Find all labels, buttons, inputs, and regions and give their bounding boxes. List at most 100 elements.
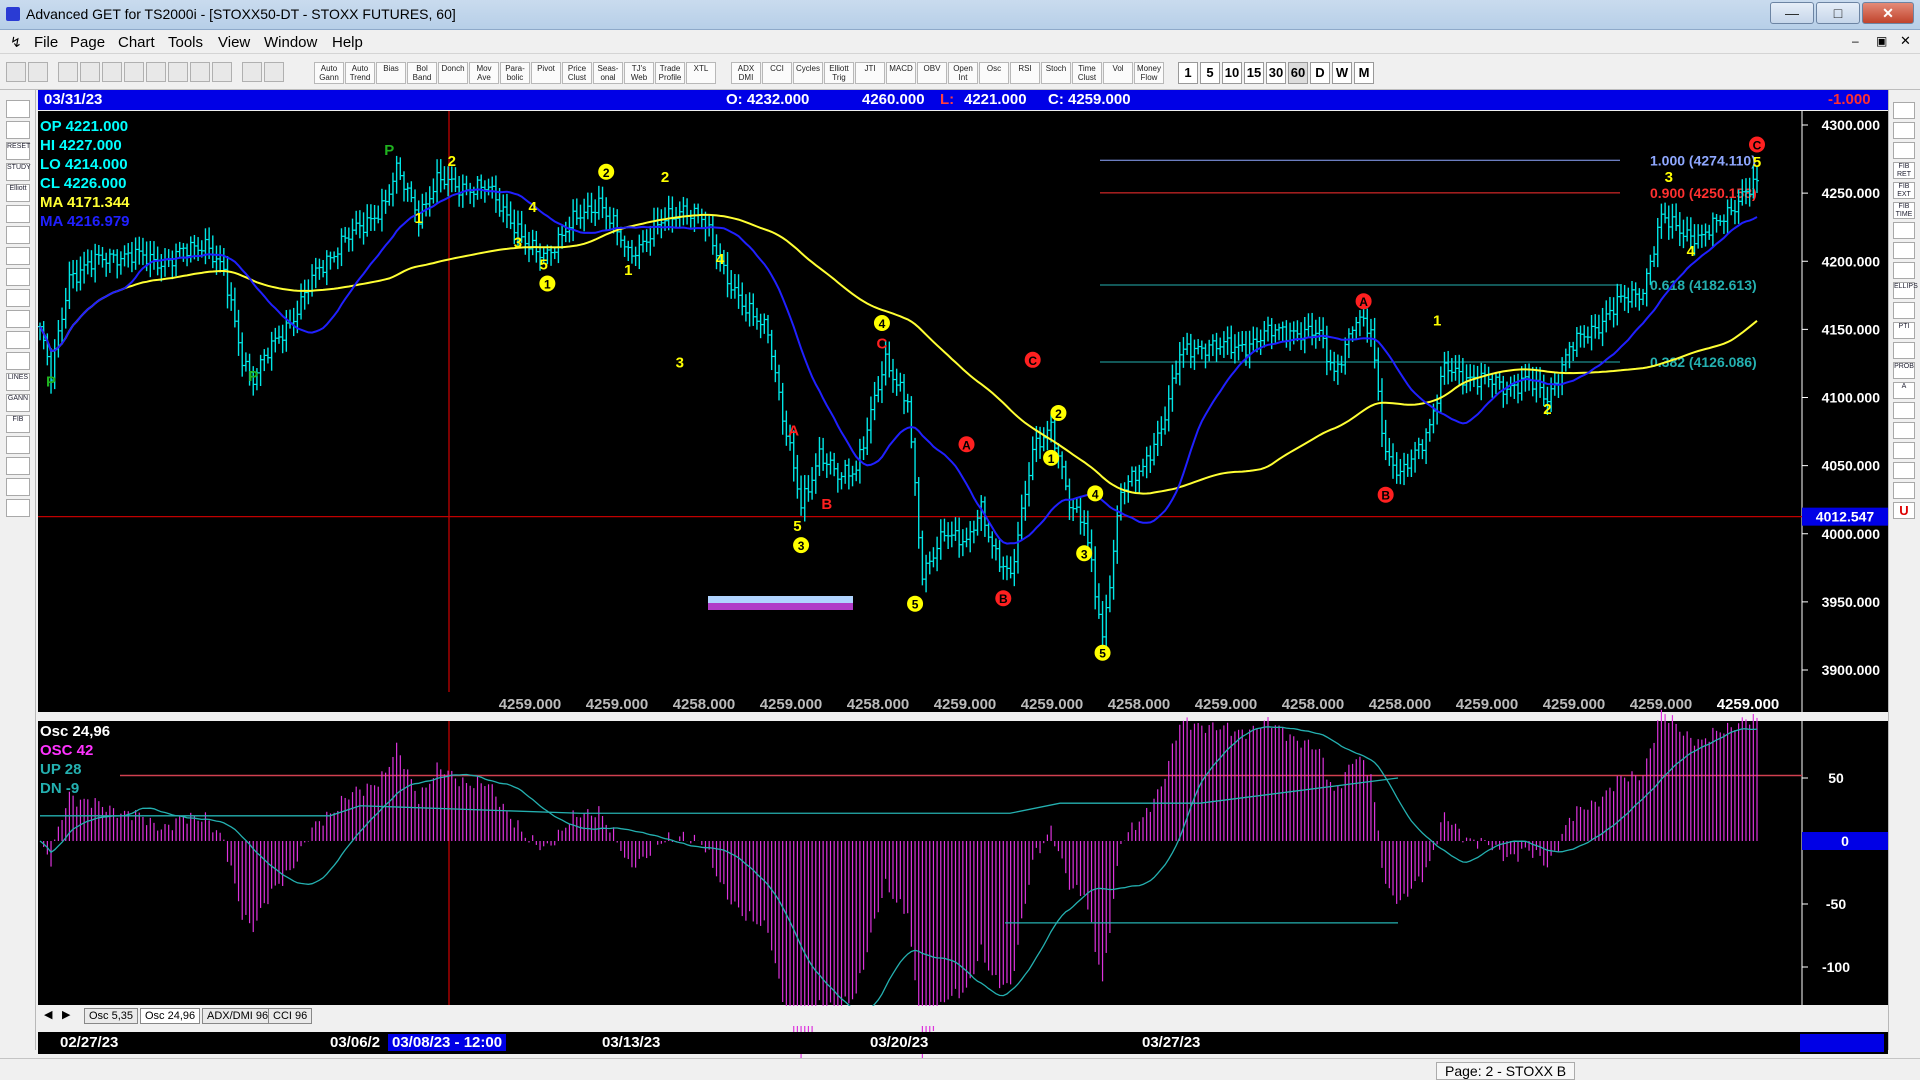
wave-label: 1: [544, 278, 551, 292]
wave-label: 1: [1433, 312, 1441, 329]
wave-label: 3: [1081, 547, 1088, 561]
wave-label: 1: [624, 262, 632, 279]
wave-label: 5: [793, 518, 801, 535]
price-legend-item: MA 4171.344: [40, 194, 130, 211]
wave-label: 2: [603, 166, 610, 180]
wave-label: 3: [1665, 169, 1673, 186]
wave-label: 4: [1092, 487, 1099, 501]
time-label: 03/20/23: [870, 1034, 929, 1051]
price-tick-label: 4050.000: [1822, 458, 1881, 474]
pivot-value: 4258.000: [1369, 696, 1432, 713]
fib-level-label: 1.000 (4274.110): [1650, 152, 1756, 168]
study-tabs: ◀ ▶ Osc 5,35 Osc 24,96 ADX/DMI 96 CCI 96: [38, 1006, 1888, 1026]
wave-label: B: [999, 592, 1008, 606]
tab-osc-5-35[interactable]: Osc 5,35: [84, 1008, 139, 1024]
time-axis: 02/27/23 03/06/2 03/08/23 - 12:00 03/13/…: [38, 1032, 1888, 1054]
wave-label: C: [1753, 139, 1762, 153]
wave-label: 2: [1543, 401, 1551, 418]
price-legend-item: OP 4221.000: [40, 118, 128, 135]
tab-scroll-right-icon[interactable]: ▶: [62, 1008, 70, 1021]
pivot-last-value: 4259.000: [1717, 696, 1780, 713]
tab-adx-dmi-96[interactable]: ADX/DMI 96: [202, 1008, 274, 1024]
wave-label: 2: [448, 153, 456, 170]
wave-label: 4: [1687, 243, 1696, 260]
wave-label: 2: [1055, 407, 1062, 421]
wave-label: C: [877, 335, 888, 352]
price-legend-item: LO 4214.000: [40, 156, 128, 173]
pivot-value: 4259.000: [1456, 696, 1519, 713]
pivot-value: 4259.000: [934, 696, 997, 713]
wave-label: 3: [798, 539, 805, 553]
oscillator-panel[interactable]: [38, 721, 1802, 1005]
wave-label: 3: [514, 235, 522, 252]
wave-label: 5: [912, 598, 919, 612]
osc-legend-item: OSC 42: [40, 742, 93, 759]
time-label: 03/27/23: [1142, 1034, 1201, 1051]
wave-label: 5: [1099, 647, 1106, 661]
wave-label: 1: [415, 210, 423, 227]
price-legend-item: CL 4226.000: [40, 175, 126, 192]
wave-label: 2: [661, 169, 669, 186]
tab-osc-24-96[interactable]: Osc 24,96: [140, 1008, 201, 1024]
price-tick-label: 4250.000: [1822, 185, 1881, 201]
tab-scroll-left-icon[interactable]: ◀: [44, 1008, 52, 1021]
status-bar: Page: 2 - STOXX B: [0, 1058, 1920, 1080]
price-panel[interactable]: [38, 111, 1802, 712]
chart-canvas[interactable]: 4300.000 4250.000 4200.000 4150.000 4100.000…: [0, 0, 1920, 1080]
time-cursor-label: 03/08/23 - 12:00: [388, 1034, 507, 1051]
time-label: 03/06/2: [330, 1034, 381, 1051]
wave-label: 3: [676, 355, 684, 372]
price-tick-label: 3900.000: [1822, 662, 1881, 678]
osc-tick-label: -50: [1826, 896, 1846, 912]
wave-label: A: [788, 423, 799, 440]
wave-label: 5: [540, 256, 548, 273]
osc-zero-label: 0: [1841, 833, 1849, 849]
pivot-value: 4258.000: [847, 696, 910, 713]
pivot-value: 4259.000: [586, 696, 649, 713]
wave-label: A: [962, 438, 971, 452]
price-cluster-bar: [708, 603, 853, 610]
wave-label: P: [384, 142, 394, 159]
price-tick-label: 3950.000: [1822, 594, 1881, 610]
fib-level-label: 0.900 (4250.158): [1650, 185, 1757, 201]
time-label: 02/27/23: [60, 1034, 119, 1051]
wave-label: 4: [529, 199, 538, 216]
price-tick-label: 4100.000: [1822, 390, 1881, 406]
pivot-value: 4258.000: [1282, 696, 1345, 713]
cursor-price-label: 4012.547: [1816, 509, 1875, 525]
time-label: 03/13/23: [602, 1034, 661, 1051]
wave-label: B: [821, 496, 832, 513]
tab-cci-96[interactable]: CCI 96: [268, 1008, 313, 1024]
wave-label: P: [46, 374, 56, 391]
osc-legend-item: Osc 24,96: [40, 723, 110, 740]
status-text: Page: 2 - STOXX B: [1436, 1062, 1576, 1080]
wave-label: P: [248, 368, 258, 385]
price-axis-area: [1802, 111, 1888, 712]
price-tick-label: 4000.000: [1822, 526, 1881, 542]
pivot-value: 4259.000: [1195, 696, 1258, 713]
osc-tick-label: 50: [1828, 770, 1844, 786]
price-legend-item: HI 4227.000: [40, 137, 122, 154]
pivot-value: 4259.000: [1543, 696, 1606, 713]
panel-splitter[interactable]: [38, 713, 1888, 720]
wave-label: 1: [1048, 452, 1055, 466]
pivot-value: 4259.000: [760, 696, 823, 713]
wave-label: A: [1359, 295, 1368, 309]
wave-label: 4: [716, 251, 725, 268]
osc-tick-label: -100: [1822, 959, 1850, 975]
pivot-value: 4259.000: [499, 696, 562, 713]
pivot-value: 4259.000: [1021, 696, 1084, 713]
osc-legend-item: UP 28: [40, 761, 81, 778]
wave-label: C: [1028, 354, 1037, 368]
fib-level-label: 0.618 (4182.613): [1650, 277, 1757, 293]
wave-label: 5: [1753, 154, 1761, 171]
wave-label: B: [1381, 489, 1390, 503]
price-tick-label: 4200.000: [1822, 253, 1881, 269]
time-scroll-thumb[interactable]: [1800, 1034, 1884, 1052]
price-legend-item: MA 4216.979: [40, 213, 130, 230]
price-tick-label: 4150.000: [1822, 321, 1881, 337]
osc-legend-item: DN -9: [40, 780, 79, 797]
wave-label: 4: [879, 317, 886, 331]
pivot-value: 4258.000: [1108, 696, 1171, 713]
price-tick-label: 4300.000: [1822, 117, 1881, 133]
